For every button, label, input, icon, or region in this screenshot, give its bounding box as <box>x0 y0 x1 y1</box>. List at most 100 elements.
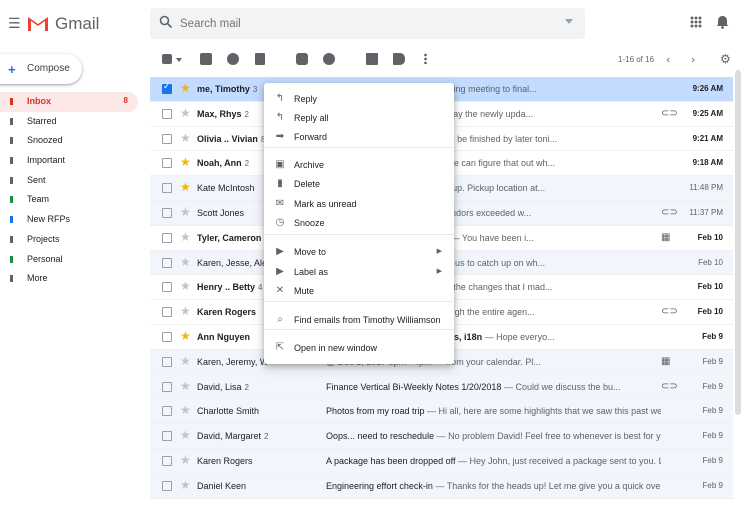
row-checkbox[interactable] <box>162 356 172 367</box>
sidebar-item-snoozed[interactable]: Snoozed <box>0 131 138 151</box>
apps-grid-icon[interactable] <box>690 16 702 28</box>
search-options-caret-icon[interactable] <box>565 19 573 24</box>
row-checkbox[interactable] <box>162 331 172 342</box>
gear-icon[interactable]: ⚙ <box>720 52 731 66</box>
menu-item-label-as[interactable]: ▶ Label as ▶ <box>264 263 454 281</box>
menu-item-reply[interactable]: ↰ Reply <box>264 90 454 108</box>
sender-names: Olivia .. Vivian <box>197 133 258 144</box>
email-row[interactable]: ★ Daniel Keen Engineering effort check-in … <box>150 473 733 499</box>
mark-unread-icon[interactable] <box>296 53 308 65</box>
attachment-icon[interactable]: ⊂⊃ <box>661 306 678 317</box>
row-checkbox[interactable] <box>162 406 172 417</box>
sidebar-item-important[interactable]: Important <box>0 151 138 171</box>
star-icon[interactable]: ★ <box>180 180 191 194</box>
menu-item-snooze[interactable]: ◷ Snooze <box>264 214 454 232</box>
move-to-folder-icon[interactable] <box>366 53 378 65</box>
star-icon[interactable]: ★ <box>180 131 191 145</box>
row-checkbox[interactable] <box>162 158 172 169</box>
attachment-icon[interactable]: ⊂⊃ <box>661 108 678 119</box>
star-icon[interactable]: ★ <box>180 255 191 269</box>
menu-item-delete[interactable]: ▮ Delete <box>264 175 454 193</box>
email-sender: Karen Rogers <box>197 456 317 466</box>
email-row[interactable]: ★ David, Lisa 2 Finance Vertical Bi-Weekly … <box>150 374 733 400</box>
star-icon[interactable]: ★ <box>180 279 191 293</box>
top-bar: ☰ Gmail <box>0 0 745 46</box>
star-icon[interactable]: ★ <box>180 329 191 343</box>
snooze-clock-icon[interactable] <box>323 53 335 65</box>
row-checkbox[interactable] <box>162 257 172 268</box>
star-icon[interactable]: ★ <box>180 403 191 417</box>
star-icon[interactable]: ★ <box>180 81 191 95</box>
menu-item-mute[interactable]: ✕ Mute <box>264 282 454 300</box>
star-icon[interactable]: ★ <box>180 379 191 393</box>
select-all-checkbox[interactable] <box>162 54 172 64</box>
email-snippet: — Hi all, here are some highlights that … <box>424 406 661 417</box>
email-row[interactable]: ★ Charlotte Smith Photos from my road trip… <box>150 399 733 425</box>
row-checkbox[interactable] <box>162 108 172 119</box>
menu-item-forward[interactable]: ➡ Forward <box>264 128 454 146</box>
star-icon[interactable]: ★ <box>180 304 191 318</box>
row-checkbox[interactable] <box>162 282 172 293</box>
scrollbar[interactable] <box>735 70 741 415</box>
star-icon[interactable]: ★ <box>180 155 191 169</box>
calendar-icon[interactable]: ▦ <box>661 232 670 243</box>
search-input[interactable] <box>180 14 540 33</box>
menu-item-archive[interactable]: ▣ Archive <box>264 156 454 174</box>
row-checkbox[interactable] <box>162 232 172 243</box>
notification-bell-icon[interactable] <box>716 15 729 29</box>
compose-button[interactable]: + Compose <box>0 54 82 84</box>
chevron-left-icon[interactable]: ‹ <box>666 53 670 66</box>
sidebar-item-projects[interactable]: Projects <box>0 230 138 250</box>
search-bar[interactable] <box>150 8 585 39</box>
sidebar-item-team[interactable]: Team <box>0 190 138 210</box>
row-checkbox[interactable] <box>162 381 172 392</box>
star-icon[interactable]: ★ <box>180 478 191 492</box>
sidebar-item-inbox[interactable]: Inbox 8 <box>0 92 138 112</box>
attachment-icon[interactable]: ⊂⊃ <box>661 207 678 218</box>
menu-divider <box>264 329 454 330</box>
row-checkbox[interactable] <box>162 455 172 466</box>
row-checkbox[interactable] <box>162 480 172 491</box>
thread-count: 2 <box>244 382 249 392</box>
row-checkbox[interactable] <box>162 82 172 94</box>
chevron-right-icon[interactable]: › <box>691 53 695 66</box>
menu-item-mark-as-unread[interactable]: ✉ Mark as unread <box>264 195 454 213</box>
menu-item-move-to[interactable]: ▶ Move to ▶ <box>264 243 454 261</box>
email-date: Feb 9 <box>702 455 723 465</box>
label-icon[interactable] <box>393 53 405 65</box>
email-row[interactable]: ★ Karen Rogers A package has been dropped … <box>150 448 733 474</box>
star-icon[interactable]: ★ <box>180 205 191 219</box>
star-icon[interactable]: ★ <box>180 428 191 442</box>
attachment-icon[interactable]: ⊂⊃ <box>661 381 678 392</box>
sidebar-item-more[interactable]: More <box>0 269 138 289</box>
envelope-icon: ✉ <box>275 198 285 209</box>
search-icon[interactable] <box>159 15 173 29</box>
row-checkbox[interactable] <box>162 207 172 218</box>
menu-item-open-in-new-window[interactable]: ⇱ Open in new window <box>264 339 454 357</box>
star-icon[interactable]: ★ <box>180 106 191 120</box>
menu-item-find-emails-from-timothy-williamson[interactable]: ⌕ Find emails from Timothy Williamson <box>264 311 454 329</box>
app-name[interactable]: Gmail <box>55 14 99 34</box>
row-checkbox[interactable] <box>162 431 172 442</box>
more-options-icon[interactable] <box>424 53 427 64</box>
sidebar-item-starred[interactable]: Starred <box>0 112 138 132</box>
sidebar-item-new-rfps[interactable]: New RFPs <box>0 210 138 230</box>
delete-icon[interactable] <box>255 53 265 65</box>
archive-icon[interactable] <box>200 53 212 65</box>
sidebar-item-sent[interactable]: Sent <box>0 171 138 191</box>
star-icon[interactable]: ★ <box>180 453 191 467</box>
row-checkbox[interactable] <box>162 307 172 318</box>
row-checkbox[interactable] <box>162 133 172 144</box>
report-spam-icon[interactable] <box>227 53 239 65</box>
row-checkbox[interactable] <box>162 183 172 194</box>
main-menu-icon[interactable]: ☰ <box>8 16 21 32</box>
gmail-logo-icon[interactable] <box>27 15 49 31</box>
email-row[interactable]: ★ David, Margaret 2 Oops... need to resched… <box>150 424 733 449</box>
calendar-icon[interactable]: ▦ <box>661 356 670 367</box>
sidebar-item-personal[interactable]: Personal <box>0 250 138 270</box>
star-icon[interactable]: ★ <box>180 354 191 368</box>
select-dropdown-icon[interactable] <box>176 58 182 62</box>
star-icon[interactable]: ★ <box>180 230 191 244</box>
email-date: 9:21 AM <box>692 133 723 143</box>
menu-item-reply-all[interactable]: ↰ Reply all <box>264 109 454 127</box>
